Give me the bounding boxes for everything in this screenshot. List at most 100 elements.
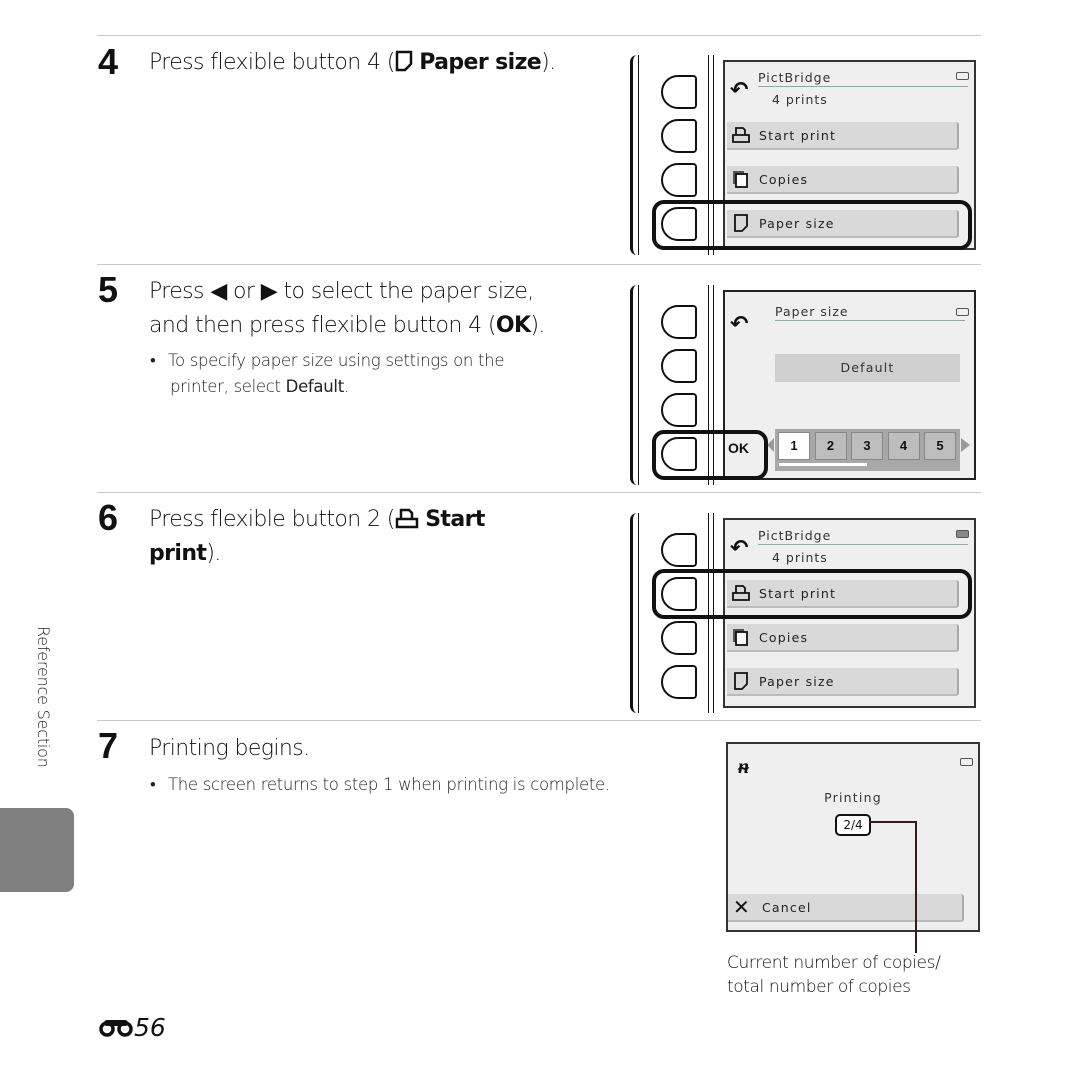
screen-title: PictBridge [758, 70, 968, 87]
step-6-text: Press flexible button 2 ( Start print). [149, 503, 485, 571]
section-tab[interactable] [0, 808, 74, 892]
flexible-button-3[interactable] [661, 393, 697, 427]
device-edge [630, 55, 637, 255]
flexible-button-3[interactable] [661, 621, 697, 655]
step-text: ). [530, 313, 545, 338]
step-number: 5 [98, 269, 119, 310]
screen-title: PictBridge [758, 528, 968, 545]
paper-size-option[interactable]: 3 [851, 432, 883, 460]
printer-icon [395, 508, 419, 529]
highlight-frame [652, 200, 972, 250]
menu-item-start-print[interactable]: Start print [727, 122, 959, 150]
flexible-button-2[interactable] [661, 349, 697, 383]
left-arrow-icon: ◀ [210, 279, 227, 304]
menu-item-copies[interactable]: Copies [727, 624, 959, 652]
paper-size-options: 12345 [775, 429, 960, 471]
step-text: Press flexible button 2 ( [149, 507, 395, 532]
callout-line-2: total number of copies [727, 977, 911, 997]
battery-icon [956, 72, 969, 80]
step-5-bullet: • To specify paper size using settings on… [150, 351, 505, 396]
step-number: 4 [98, 41, 119, 82]
back-icon[interactable]: ↶ [730, 314, 748, 336]
battery-icon [956, 308, 969, 316]
page-number: 56 [98, 1014, 166, 1042]
printer-icon [732, 127, 750, 143]
scroll-right-icon[interactable] [961, 438, 970, 452]
step-7-bullet: • The screen returns to step 1 when print… [150, 775, 610, 794]
step-number: 6 [98, 497, 119, 538]
step-text: and then press flexible button 4 ( [149, 313, 496, 338]
menu-item-label: Copies [759, 172, 809, 187]
highlight-frame [652, 430, 768, 480]
divider [97, 720, 981, 721]
paper-size-option[interactable]: 5 [924, 432, 956, 460]
copies-icon [733, 629, 748, 646]
scroll-left-icon[interactable] [767, 438, 774, 452]
step-text: Press flexible button 4 ( [149, 50, 395, 75]
camera-screen-printing: ᵰ Printing 2/4 ✕ Cancel [726, 742, 980, 932]
flexible-button-1[interactable] [661, 305, 697, 339]
step-text-bold: print [149, 541, 207, 566]
menu-item-copies[interactable]: Copies [727, 166, 959, 194]
callout-line [869, 821, 917, 823]
bullet-text: printer, select [170, 377, 286, 396]
device-edge [638, 285, 639, 485]
cancel-button[interactable]: ✕ Cancel [728, 894, 964, 922]
paper-size-option[interactable]: 4 [887, 432, 920, 460]
back-icon[interactable]: ↶ [730, 80, 748, 102]
screen-subtitle: 4 prints [772, 550, 828, 565]
print-counter: 2/4 [835, 814, 871, 836]
battery-icon [960, 758, 973, 766]
divider [97, 492, 981, 493]
bullet-text: . [343, 377, 349, 396]
flexible-button-1[interactable] [661, 75, 697, 109]
right-arrow-icon: ▶ [260, 279, 278, 304]
highlight-frame [652, 569, 972, 619]
bullet-text-bold: Default [285, 377, 345, 396]
device-edge [638, 513, 639, 713]
page-number-value: 56 [134, 1013, 166, 1042]
step-number: 7 [98, 725, 119, 766]
paper-size-icon [734, 672, 748, 690]
callout-line-1: Current number of copies/ [727, 953, 941, 973]
flexible-button-2[interactable] [661, 119, 697, 153]
paper-size-option[interactable]: 2 [814, 432, 847, 460]
screen-title: Paper size [775, 304, 965, 321]
paper-size-option[interactable]: 1 [778, 432, 810, 460]
screen-subtitle: 4 prints [772, 92, 828, 107]
menu-item-label: Start print [759, 128, 837, 143]
step-text-bold: Paper size [419, 50, 542, 75]
menu-item-label: Copies [759, 630, 809, 645]
cancel-label: Cancel [762, 900, 812, 915]
step-text: Press [149, 279, 205, 304]
camera-device-illustration: ↶ Paper size Default OK 12345 [620, 280, 980, 490]
device-edge [630, 513, 637, 713]
flexible-button-3[interactable] [661, 163, 697, 197]
step-5-text: Press ◀ or ▶ to select the paper size, a… [149, 275, 545, 343]
step-text: ). [541, 50, 556, 75]
flexible-button-1[interactable] [661, 533, 697, 567]
menu-item-paper-size[interactable]: Paper size [727, 668, 959, 696]
flexible-button-4[interactable] [661, 665, 697, 699]
device-edge [638, 55, 639, 255]
step-4-text: Press flexible button 4 ( Paper size). [149, 46, 556, 80]
close-icon: ✕ [733, 895, 750, 919]
scroll-position-bar[interactable] [779, 463, 867, 466]
step-text: ). [206, 541, 221, 566]
divider [97, 264, 981, 265]
step-text: or [233, 279, 255, 304]
camera-device-illustration: ↶ PictBridge 4 prints Start print Copies… [620, 508, 980, 718]
camera-device-illustration: ↶ PictBridge 4 prints Start print Copies… [620, 50, 980, 260]
callout-line [915, 821, 917, 953]
callout-text: Current number of copies/ total number o… [727, 951, 941, 999]
divider [97, 35, 981, 36]
ok-label: OK [495, 313, 531, 338]
paper-size-icon [395, 50, 413, 72]
step-7-text: Printing begins. [149, 736, 310, 761]
step-text: to select the paper size, [283, 279, 535, 304]
binoculars-icon [99, 1020, 133, 1037]
step-text-bold: Start [425, 507, 485, 532]
back-icon[interactable]: ↶ [730, 538, 748, 560]
copies-icon [733, 171, 748, 188]
battery-icon [956, 530, 969, 538]
